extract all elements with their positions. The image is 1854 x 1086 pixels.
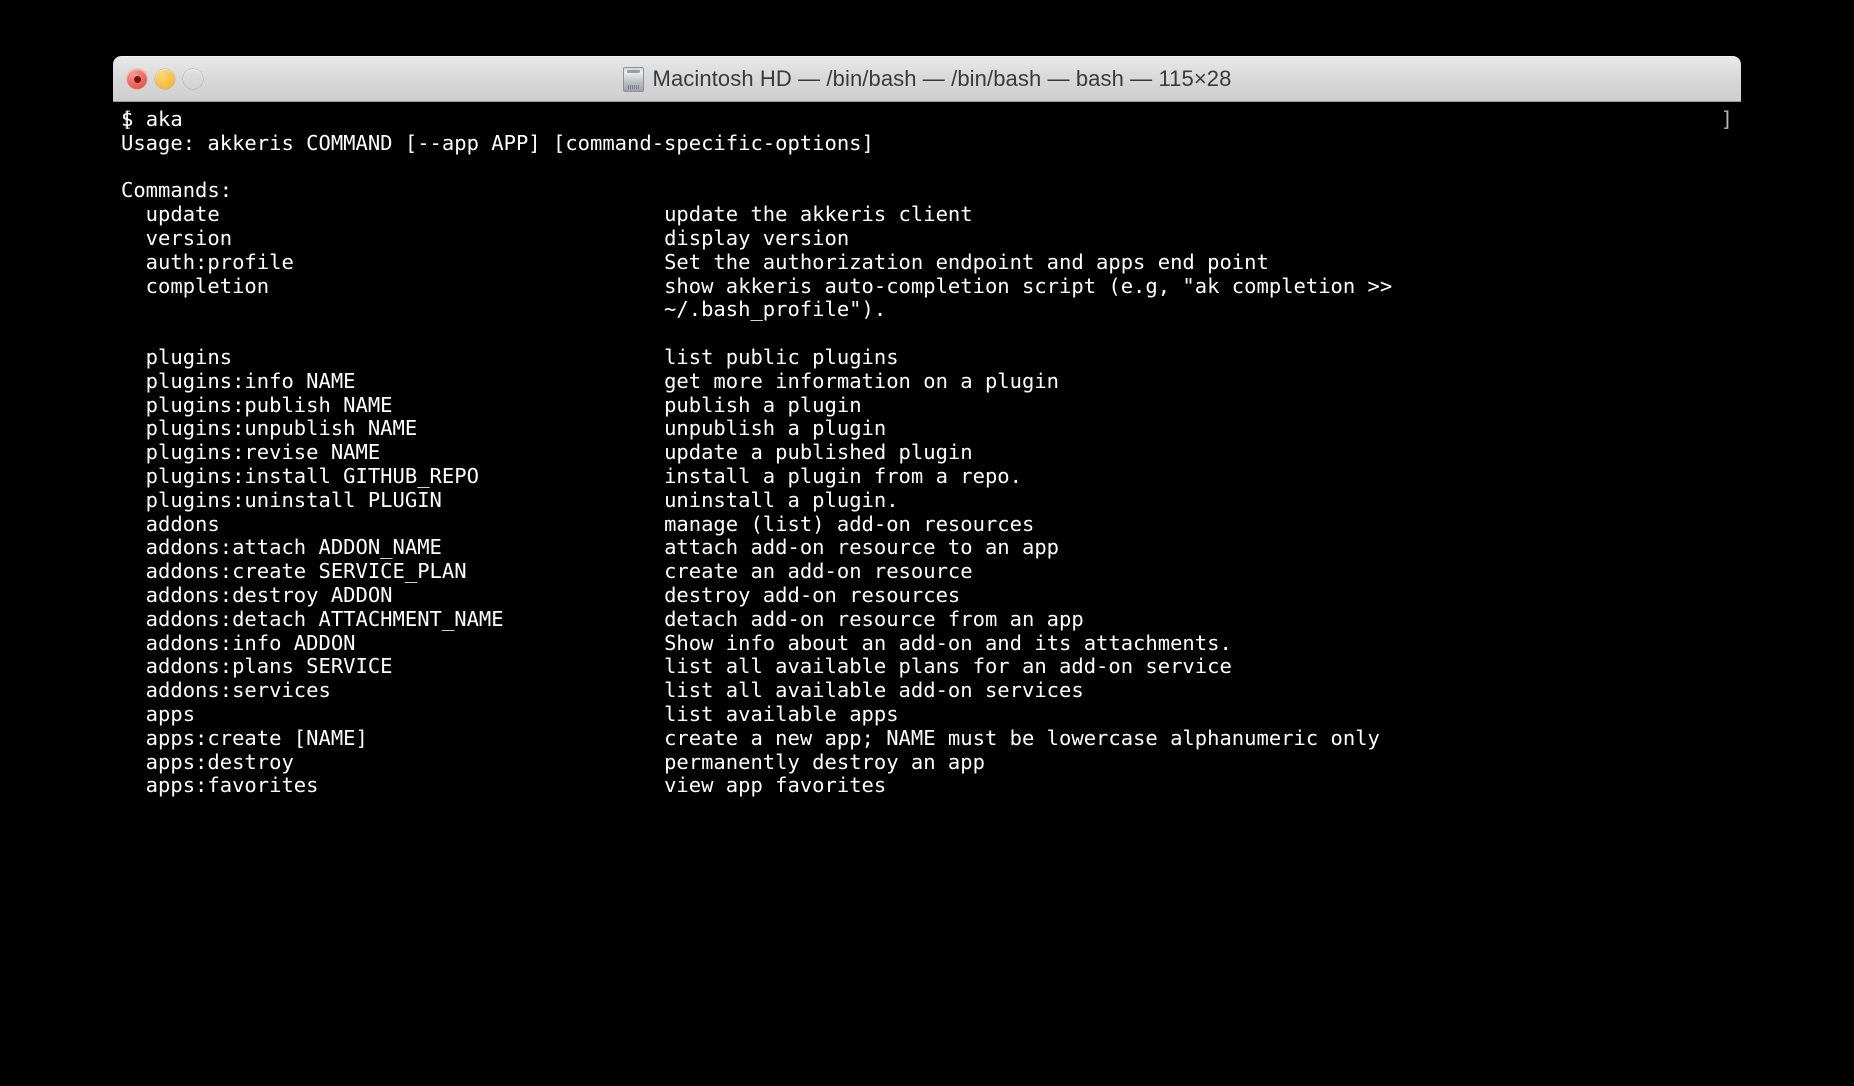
command-description: unpublish a plugin	[664, 416, 887, 441]
usage-line: Usage: akkeris COMMAND [--app APP] [comm…	[121, 130, 874, 155]
command-description: attach add-on resource to an app	[664, 535, 1060, 560]
command-row: addons:info ADDON Show info about an add…	[121, 630, 1731, 656]
command-description: show akkeris auto-completion script (e.g…	[664, 273, 1393, 298]
command-name: addons:plans SERVICE	[121, 654, 665, 679]
command-description: destroy add-on resources	[664, 582, 961, 607]
command-description: publish a plugin	[664, 392, 862, 417]
command-name: plugins:unpublish NAME	[121, 416, 665, 441]
command-name: addons:destroy ADDON	[121, 582, 665, 607]
command-row: plugins:publish NAME publish a plugin	[121, 392, 1731, 418]
prompt-text: $	[121, 107, 146, 131]
command-name: apps:favorites	[121, 773, 665, 798]
command-description: get more information on a plugin	[664, 368, 1060, 393]
command-description: permanently destroy an app	[664, 749, 985, 774]
command-row: apps:destroy permanently destroy an app	[121, 749, 1731, 775]
window-title-group: Macintosh HD — /bin/bash — /bin/bash — b…	[622, 66, 1232, 92]
command-name: update	[121, 202, 665, 227]
command-row: plugins:unpublish NAME unpublish a plugi…	[121, 416, 1731, 441]
command-row: completion show akkeris auto-completion …	[121, 273, 1731, 299]
command-row: addons:services list all available add-o…	[121, 678, 1731, 703]
command-description: Set the authorization endpoint and apps …	[664, 249, 1269, 274]
command-name: plugins:uninstall PLUGIN	[121, 487, 665, 512]
terminal-window[interactable]: Macintosh HD — /bin/bash — /bin/bash — b…	[113, 56, 1741, 924]
command-name: apps:create [NAME]	[121, 725, 665, 750]
command-name: addons:attach ADDON_NAME	[121, 535, 665, 560]
close-button[interactable]	[127, 69, 147, 89]
command-name: addons:services	[121, 678, 665, 703]
command-row: plugins list public plugins	[121, 344, 1731, 370]
command-name: addons	[121, 511, 665, 536]
command-list: update update the akkeris client version…	[121, 202, 1731, 798]
minimize-button[interactable]	[155, 69, 175, 89]
command-description: detach add-on resource from an app	[664, 606, 1084, 631]
command-row: plugins:uninstall PLUGIN uninstall a plu…	[121, 487, 1731, 513]
window-controls[interactable]	[127, 57, 203, 101]
command-name: addons:create SERVICE_PLAN	[121, 559, 665, 584]
command-row: addons:attach ADDON_NAME attach add-on r…	[121, 535, 1731, 560]
desktop-background: Macintosh HD — /bin/bash — /bin/bash — b…	[0, 0, 1854, 1086]
command-name: addons:info ADDON	[121, 630, 665, 655]
command-name: plugins:revise NAME	[121, 440, 665, 465]
command-description: update a published plugin	[664, 440, 973, 465]
command-name: auth:profile	[121, 249, 665, 274]
command-description: Show info about an add-on and its attach…	[664, 630, 1232, 655]
command-row: addons:detach ATTACHMENT_NAME detach add…	[121, 606, 1731, 632]
terminal-screen[interactable]: $ aka Usage: akkeris COMMAND [--app APP]…	[113, 107, 1741, 798]
command-row: apps list available apps	[121, 701, 1731, 727]
command-row: apps:create [NAME] create a new app; NAM…	[121, 725, 1731, 751]
zoom-button[interactable]	[183, 69, 203, 89]
command-name: plugins	[121, 344, 665, 369]
command-row: addons:destroy ADDON destroy add-on reso…	[121, 582, 1731, 608]
command-description: list all available add-on services	[664, 678, 1084, 703]
command-description: create an add-on resource	[664, 559, 973, 584]
command-description: list public plugins	[664, 344, 899, 369]
command-description: manage (list) add-on resources	[664, 511, 1035, 536]
command-row: plugins:revise NAME update a published p…	[121, 440, 1731, 465]
hard-disk-icon	[622, 66, 644, 92]
command-row: addons manage (list) add-on resources	[121, 511, 1731, 537]
command-name: plugins:install GITHUB_REPO	[121, 463, 665, 488]
command-row: version display version	[121, 225, 1731, 251]
command-description-continued: ~/.bash_profile").	[121, 297, 887, 322]
terminal-body[interactable]: [ ] $ aka Usage: akkeris COMMAND [--app …	[113, 102, 1741, 924]
command-row: update update the akkeris client	[121, 202, 1731, 227]
command-row: addons:create SERVICE_PLAN create an add…	[121, 559, 1731, 584]
prompt-line: $ aka	[121, 107, 1731, 132]
command-name: plugins:info NAME	[121, 368, 665, 393]
command-row: plugins:install GITHUB_REPO install a pl…	[121, 463, 1731, 489]
command-description: update the akkeris client	[664, 202, 973, 227]
command-row: apps:favorites view app favorites	[121, 773, 1731, 798]
commands-header: Commands:	[121, 178, 233, 203]
command-name: apps	[121, 701, 665, 726]
command-row: auth:profile Set the authorization endpo…	[121, 249, 1731, 275]
command-row: plugins:info NAME get more information o…	[121, 368, 1731, 394]
command-description: list all available plans for an add-on s…	[664, 654, 1232, 679]
command-name: completion	[121, 273, 665, 298]
typed-command: aka	[145, 107, 183, 131]
command-description: display version	[664, 225, 850, 250]
command-description: list available apps	[664, 701, 899, 726]
command-description: uninstall a plugin.	[664, 487, 899, 512]
command-description: view app favorites	[664, 773, 887, 798]
command-description: install a plugin from a repo.	[664, 463, 1022, 488]
command-name: apps:destroy	[121, 749, 665, 774]
command-name: version	[121, 225, 665, 250]
window-title: Macintosh HD — /bin/bash — /bin/bash — b…	[652, 66, 1232, 91]
command-row: addons:plans SERVICE list all available …	[121, 654, 1731, 679]
command-name: addons:detach ATTACHMENT_NAME	[121, 606, 665, 631]
command-name: plugins:publish NAME	[121, 392, 665, 417]
window-titlebar[interactable]: Macintosh HD — /bin/bash — /bin/bash — b…	[113, 56, 1741, 102]
command-description: create a new app; NAME must be lowercase…	[664, 725, 1380, 750]
